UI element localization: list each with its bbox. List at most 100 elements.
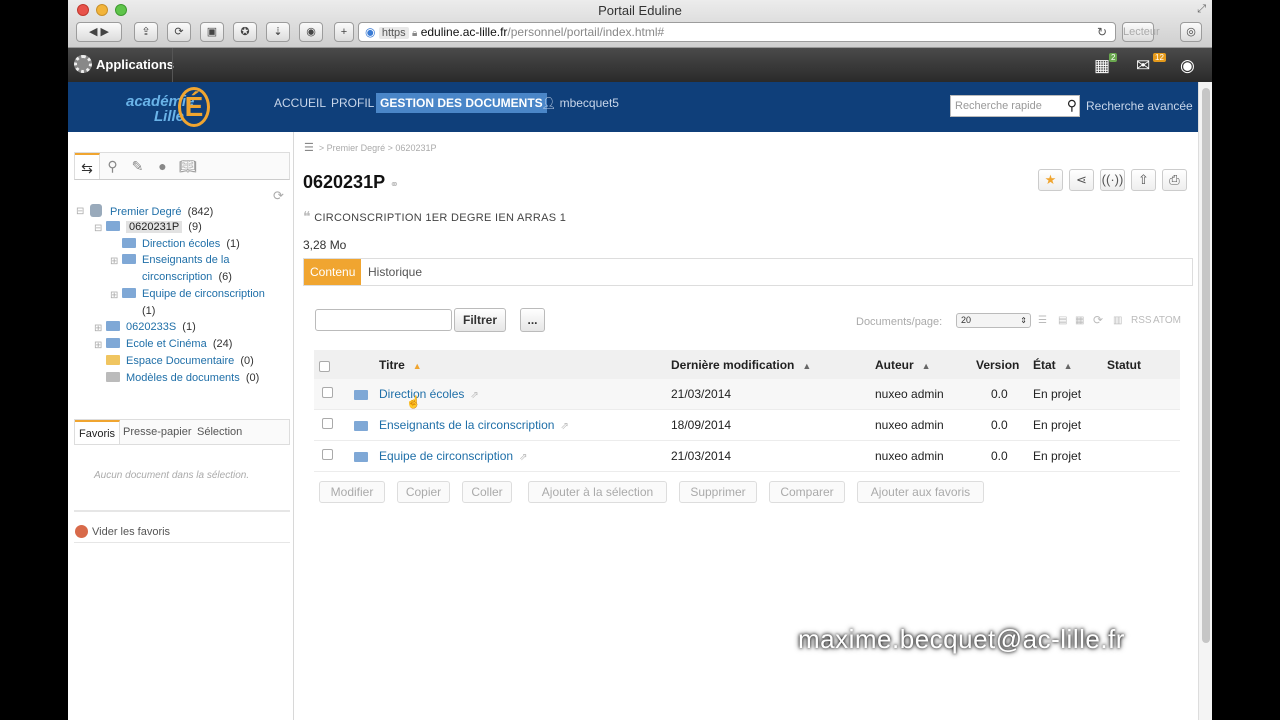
add-tab-icon[interactable]: +	[334, 22, 354, 42]
share-icon[interactable]: ⋖	[1069, 169, 1094, 191]
tree-node[interactable]: 0620233S (1)	[106, 321, 196, 333]
back-forward-buttons[interactable]: ◀ ▶	[76, 22, 122, 42]
row-title[interactable]: Enseignants de la circonscription ⇗	[379, 418, 569, 432]
breadcrumb-path[interactable]: > Premier Degré > 0620231P	[319, 143, 437, 153]
tab-historique[interactable]: Historique	[362, 259, 428, 285]
academie-logo[interactable]: académie Lille É	[126, 84, 216, 130]
edit-tab-icon[interactable]: ✎	[125, 153, 150, 179]
reload-icon[interactable]: ⟳	[167, 22, 191, 42]
tab-selection[interactable]: Sélection	[193, 420, 246, 444]
select-all-checkbox[interactable]	[319, 361, 330, 372]
column-statut[interactable]: Statut	[1107, 358, 1141, 372]
column-modification[interactable]: Dernière modification ▲	[671, 358, 811, 372]
row-title[interactable]: Direction écoles ⇗	[379, 387, 479, 401]
row-checkbox[interactable]	[322, 449, 333, 460]
column-titre[interactable]: Titre ▲	[379, 358, 422, 372]
download-icon[interactable]: ⇣	[266, 22, 290, 42]
book-tab-icon[interactable]: 📖︎	[175, 153, 200, 179]
row-title-link[interactable]: Enseignants de la circonscription	[379, 418, 554, 432]
collapse-toggle-icon[interactable]: ⊟	[76, 206, 84, 217]
row-title-link[interactable]: Equipe de circonscription	[379, 449, 513, 463]
tab-presse-papier[interactable]: Presse-papier	[119, 420, 195, 444]
table-row[interactable]: Enseignants de la circonscription ⇗ 18/09…	[314, 410, 1180, 441]
reader-button[interactable]: Lecteur	[1122, 22, 1160, 42]
quick-search-input[interactable]: Recherche rapide ⚲	[950, 95, 1080, 117]
tree-node[interactable]: Ecole et Cinéma (24)	[106, 338, 232, 350]
atom-link[interactable]: ATOM	[1153, 315, 1181, 326]
page-scrollbar[interactable]	[1198, 82, 1212, 720]
filter-button[interactable]: Filtrer	[454, 308, 506, 332]
refresh-list-icon[interactable]: ⟳	[1093, 313, 1103, 327]
external-link-icon[interactable]: ⇗	[470, 390, 478, 401]
apps-grid-icon[interactable]: ▦	[1094, 56, 1110, 76]
tree-node[interactable]: Espace Documentaire (0)	[106, 355, 254, 367]
modify-button[interactable]: Modifier	[319, 481, 385, 503]
more-options-button[interactable]: ...	[520, 308, 545, 332]
detail-view-icon[interactable]: ▤	[1058, 315, 1067, 326]
nav-profil[interactable]: PROFIL	[331, 96, 374, 110]
bookmark-icon[interactable]: ✪	[233, 22, 257, 42]
expand-toggle-icon[interactable]: ⊞	[110, 290, 118, 301]
clear-favorites-link[interactable]: Vider les favoris	[75, 525, 170, 538]
tree-tab-icon[interactable]: ⇆	[75, 153, 100, 179]
delete-button[interactable]: Supprimer	[679, 481, 757, 503]
add-favorite-icon[interactable]: ★	[1038, 169, 1063, 191]
share-icon[interactable]: ⇪	[134, 22, 158, 42]
row-title[interactable]: Equipe de circonscription ⇗	[379, 449, 527, 463]
nav-accueil[interactable]: ACCUEIL	[274, 96, 326, 110]
expand-toggle-icon[interactable]: ⊞	[94, 340, 102, 351]
search-icon[interactable]: ⚲	[1067, 95, 1077, 115]
search-tab-icon[interactable]: ⚲	[100, 153, 125, 179]
downloads-icon[interactable]: ◎	[1180, 22, 1202, 42]
paste-button[interactable]: Coller	[462, 481, 512, 503]
table-row[interactable]: Direction écoles ⇗ 21/03/2014 nuxeo admin…	[314, 379, 1180, 410]
url-reload-icon[interactable]: ↻	[1097, 23, 1107, 41]
expand-toggle-icon[interactable]: ⊞	[94, 323, 102, 334]
permalink-icon[interactable]: ⚭	[390, 179, 399, 191]
user-account-icon[interactable]: ◉	[1180, 56, 1195, 76]
column-etat[interactable]: État ▲	[1033, 358, 1073, 372]
refresh-icon[interactable]: ⟳	[273, 188, 284, 204]
row-checkbox[interactable]	[322, 387, 333, 398]
mail-icon[interactable]: ✉	[1136, 56, 1150, 76]
address-bar[interactable]: ◉ https 🔒︎ eduline.ac-lille.fr/personnel…	[358, 22, 1116, 42]
external-link-icon[interactable]: ⇗	[519, 452, 527, 463]
export-icon[interactable]: ▥	[1113, 315, 1122, 326]
external-link-icon[interactable]: ⇗	[560, 421, 568, 432]
copy-button[interactable]: Copier	[397, 481, 450, 503]
applications-button[interactable]: Applications	[74, 55, 174, 73]
stop-icon[interactable]: ◉	[299, 22, 323, 42]
nav-gestion-documents[interactable]: GESTION DES DOCUMENTS	[376, 93, 547, 113]
tree-node[interactable]: Premier Degré (842)	[90, 204, 213, 218]
docs-per-page-select[interactable]: 20 ⇕	[956, 313, 1031, 328]
list-view-icon[interactable]: ☰	[1038, 315, 1047, 326]
tab-favoris[interactable]: Favoris	[75, 420, 121, 444]
user-menu[interactable]: 👤︎ mbecquet5	[541, 96, 619, 110]
expand-toggle-icon[interactable]: ⊞	[110, 256, 118, 267]
advanced-search-link[interactable]: Recherche avancée	[1086, 99, 1193, 113]
scrollbar-thumb[interactable]	[1202, 88, 1210, 643]
menu-icon[interactable]: ☰	[304, 142, 314, 154]
tree-node[interactable]: Direction écoles (1)	[122, 238, 240, 250]
tree-node[interactable]: Modèles de documents (0)	[106, 372, 259, 384]
upload-icon[interactable]: ⇧	[1131, 169, 1156, 191]
subscribe-icon[interactable]: ((·))	[1100, 169, 1125, 191]
tree-node[interactable]: 0620231P (9)	[106, 221, 202, 233]
add-to-selection-button[interactable]: Ajouter à la sélection	[528, 481, 667, 503]
tree-node[interactable]: Equipe de circonscription	[122, 288, 265, 300]
print-icon[interactable]: ⎙	[1162, 169, 1187, 191]
collapse-toggle-icon[interactable]: ⊟	[94, 223, 102, 234]
rss-link[interactable]: RSS	[1131, 315, 1152, 326]
compare-button[interactable]: Comparer	[769, 481, 845, 503]
row-checkbox[interactable]	[322, 418, 333, 429]
filter-input[interactable]	[315, 309, 452, 331]
tab-contenu[interactable]: Contenu	[304, 259, 362, 285]
column-version[interactable]: Version	[976, 358, 1019, 372]
fullscreen-icon[interactable]: ⤢	[1197, 3, 1206, 16]
column-auteur[interactable]: Auteur ▲	[875, 358, 931, 372]
tab-icon[interactable]: ▣	[200, 22, 224, 42]
users-tab-icon[interactable]: ●	[150, 153, 175, 179]
table-row[interactable]: Equipe de circonscription ⇗ 21/03/2014 nu…	[314, 441, 1180, 472]
grid-view-icon[interactable]: ▦	[1075, 315, 1084, 326]
row-title-link[interactable]: Direction écoles	[379, 387, 464, 401]
